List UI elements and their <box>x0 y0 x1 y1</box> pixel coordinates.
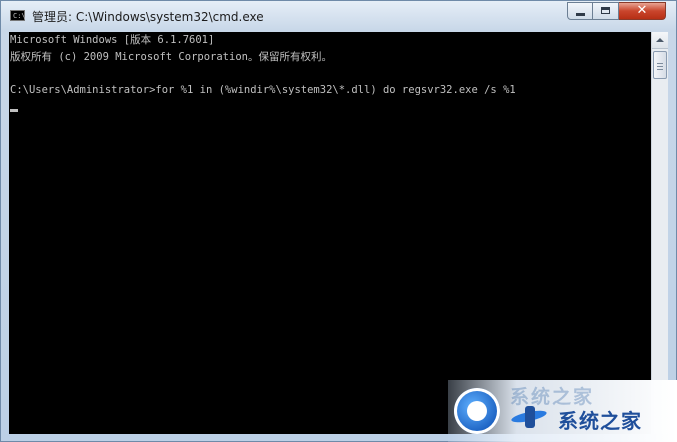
minimize-icon <box>576 13 585 16</box>
window-title: 管理员: C:\Windows\system32\cmd.exe <box>32 10 264 24</box>
maximize-button[interactable] <box>593 2 619 20</box>
close-button[interactable]: ✕ <box>619 2 666 20</box>
minimize-button[interactable] <box>567 2 593 20</box>
grip-icon <box>657 63 663 64</box>
scroll-thumb[interactable] <box>653 51 667 79</box>
watermark-logo-icon <box>454 388 500 434</box>
console-line-version: Microsoft Windows [版本 6.1.7601] <box>10 34 215 46</box>
console-line-command: C:\Users\Administrator>for %1 in (%windi… <box>10 84 516 96</box>
text-cursor <box>10 109 18 112</box>
watermark-text: 系统之家 <box>558 409 642 433</box>
console-line-copyright: 版权所有 (c) 2009 Microsoft Corporation。保留所有… <box>10 51 332 63</box>
vertical-scrollbar[interactable] <box>651 32 668 434</box>
cmd-window: C:\ 管理员: C:\Windows\system32\cmd.exe ✕ M… <box>0 0 677 442</box>
scroll-up-button[interactable] <box>652 32 668 49</box>
watermark: 系统之家 系统之家 <box>448 380 677 442</box>
arrow-up-icon <box>656 38 664 42</box>
cmd-app-icon[interactable]: C:\ <box>10 10 26 21</box>
maximize-icon <box>601 7 610 14</box>
title-bar[interactable]: C:\ 管理员: C:\Windows\system32\cmd.exe ✕ <box>1 1 677 32</box>
app-icon-label: C:\ <box>13 12 26 20</box>
close-icon: ✕ <box>636 3 648 18</box>
watermark-badge-icon <box>510 406 551 430</box>
console-output[interactable]: Microsoft Windows [版本 6.1.7601] 版权所有 (c)… <box>9 32 651 434</box>
